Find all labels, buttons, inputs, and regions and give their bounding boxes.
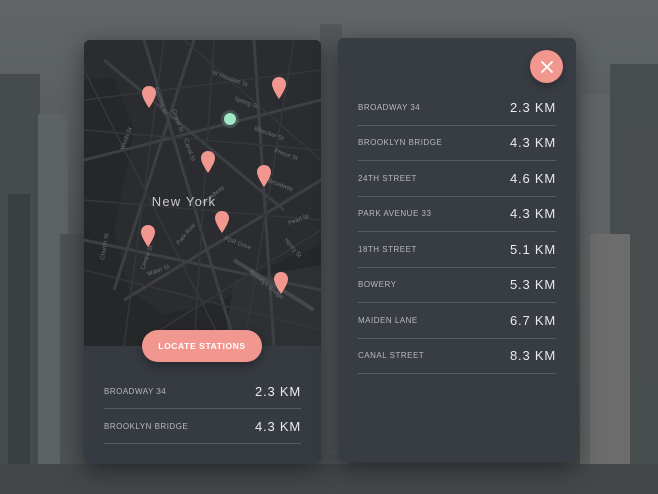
station-distance: 5.3 KM — [510, 277, 556, 293]
station-distance: 4.6 KM — [510, 170, 556, 186]
list-item[interactable]: BROOKLYN BRIDGE 4.3 KM — [358, 126, 556, 161]
station-name: 24TH STREET — [358, 173, 417, 183]
station-pin-icon[interactable] — [141, 225, 155, 247]
map-view[interactable]: W Houston St Spring St Bleecker St Princ… — [84, 40, 321, 346]
station-pin-icon[interactable] — [274, 272, 288, 294]
close-icon — [540, 60, 553, 73]
close-button[interactable] — [530, 50, 563, 83]
station-name: BROOKLYN BRIDGE — [104, 421, 189, 431]
station-list: BROADWAY 34 2.3 KM BROOKLYN BRIDGE 4.3 K… — [104, 374, 301, 444]
station-name: BROADWAY 34 — [104, 386, 167, 396]
station-pin-icon[interactable] — [257, 165, 271, 187]
station-name: MAIDEN LANE — [358, 315, 418, 325]
list-item[interactable]: 24TH STREET 4.6 KM — [358, 161, 556, 197]
station-distance: 4.3 KM — [510, 135, 556, 151]
city-label: New York — [151, 194, 217, 209]
list-item[interactable]: 18TH STREET 5.1 KM — [358, 232, 556, 268]
map-card: W Houston St Spring St Bleecker St Princ… — [84, 40, 321, 464]
station-name: CANAL STREET — [358, 351, 425, 361]
station-name: 18TH STREET — [358, 244, 417, 254]
stations-card: BROADWAY 34 2.3 KM BROOKLYN BRIDGE 4.3 K… — [338, 38, 576, 462]
user-location-icon — [224, 113, 236, 125]
list-item[interactable]: BROOKLYN BRIDGE 4.3 KM — [104, 409, 301, 444]
station-distance: 2.3 KM — [255, 383, 301, 399]
station-name: PARK AVENUE 33 — [358, 209, 432, 219]
station-distance: 6.7 KM — [510, 312, 556, 328]
station-distance: 8.3 KM — [510, 348, 556, 364]
station-distance: 5.1 KM — [510, 241, 556, 257]
list-item[interactable]: CANAL STREET 8.3 KM — [358, 339, 556, 374]
station-pin-icon[interactable] — [215, 211, 229, 233]
locate-stations-button[interactable]: LOCATE STATIONS — [142, 330, 262, 362]
list-item[interactable]: BOWERY 5.3 KM — [358, 268, 556, 303]
list-item[interactable]: MAIDEN LANE 6.7 KM — [358, 303, 556, 339]
station-list: BROADWAY 34 2.3 KM BROOKLYN BRIDGE 4.3 K… — [358, 90, 556, 374]
station-pin-icon[interactable] — [272, 77, 286, 99]
list-item[interactable]: BROADWAY 34 2.3 KM — [358, 90, 556, 126]
station-distance: 4.3 KM — [255, 418, 301, 434]
station-name: BROADWAY 34 — [358, 102, 421, 112]
station-pin-icon[interactable] — [142, 86, 156, 108]
list-item[interactable]: PARK AVENUE 33 4.3 KM — [358, 197, 556, 232]
station-name: BOWERY — [358, 280, 397, 290]
station-distance: 2.3 KM — [510, 99, 556, 115]
station-distance: 4.3 KM — [510, 206, 556, 222]
list-item[interactable]: BROADWAY 34 2.3 KM — [104, 374, 301, 409]
station-name: BROOKLYN BRIDGE — [358, 138, 443, 148]
station-pin-icon[interactable] — [201, 151, 215, 173]
